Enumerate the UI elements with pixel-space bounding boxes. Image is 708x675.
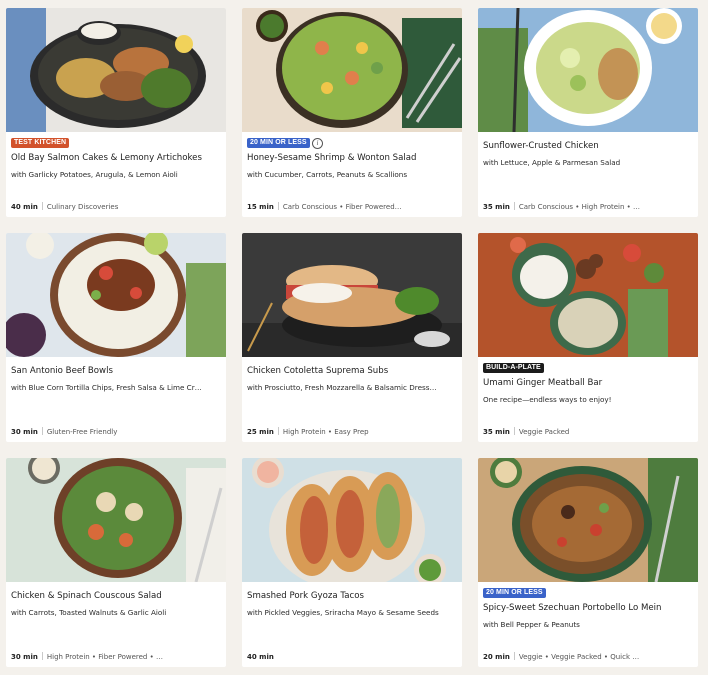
prep-time: 20 min <box>483 653 510 661</box>
recipe-title[interactable]: Sunflower-Crusted Chicken <box>483 141 693 152</box>
meta-divider <box>513 427 515 435</box>
recipe-meta: 15 min Carb Conscious • Fiber Powered… <box>247 202 457 212</box>
badge-quick: 20 MIN OR LESS <box>483 588 546 598</box>
recipe-subtitle: with Blue Corn Tortilla Chips, Fresh Sal… <box>11 383 202 392</box>
recipe-tags: Culinary Discoveries <box>46 203 119 211</box>
meta-divider <box>41 427 43 435</box>
recipe-subtitle: with Garlicky Potatoes, Arugula, & Lemon… <box>11 170 178 179</box>
meta-divider <box>41 202 43 210</box>
recipe-image[interactable] <box>478 233 698 357</box>
recipe-image[interactable] <box>242 458 462 582</box>
recipe-card[interactable]: San Antonio Beef Bowls with Blue Corn To… <box>6 233 226 442</box>
recipe-title[interactable]: Smashed Pork Gyoza Tacos <box>247 591 457 602</box>
recipe-tags: High Protein • Easy Prep <box>282 428 369 436</box>
recipe-card[interactable]: 20 MIN OR LESS i Honey-Sesame Shrimp & W… <box>242 8 462 217</box>
recipe-tags: Veggie • Veggie Packed • Quick … <box>518 653 640 661</box>
recipe-subtitle: One recipe—endless ways to enjoy! <box>483 395 612 404</box>
recipe-meta: 30 min Gluten-Free Friendly <box>11 427 221 437</box>
recipe-tags: Veggie Packed <box>518 428 570 436</box>
recipe-card[interactable]: Chicken & Spinach Couscous Salad with Ca… <box>6 458 226 667</box>
meta-divider <box>513 652 515 660</box>
recipe-image[interactable] <box>6 233 226 357</box>
badge-quick: 20 MIN OR LESS <box>247 138 310 148</box>
recipe-tags: Gluten-Free Friendly <box>46 428 118 436</box>
recipe-title[interactable]: Honey-Sesame Shrimp & Wonton Salad <box>247 153 457 164</box>
meta-divider <box>277 427 279 435</box>
recipe-title[interactable]: Spicy-Sweet Szechuan Portobello Lo Mein <box>483 603 693 614</box>
recipe-card[interactable]: 20 MIN OR LESS Spicy-Sweet Szechuan Port… <box>478 458 698 667</box>
prep-time: 30 min <box>11 428 38 436</box>
recipe-image[interactable] <box>478 458 698 582</box>
recipe-card[interactable]: Smashed Pork Gyoza Tacos with Pickled Ve… <box>242 458 462 667</box>
meta-divider <box>513 202 515 210</box>
recipe-card[interactable]: TEST KITCHEN Old Bay Salmon Cakes & Lemo… <box>6 8 226 217</box>
recipe-meta: 40 min <box>247 652 457 662</box>
recipe-subtitle: with Bell Pepper & Peanuts <box>483 620 580 629</box>
recipe-meta: 30 min High Protein • Fiber Powered • … <box>11 652 221 662</box>
recipe-subtitle: with Cucumber, Carrots, Peanuts & Scalli… <box>247 170 408 179</box>
prep-time: 30 min <box>11 653 38 661</box>
meta-divider <box>277 202 279 210</box>
recipe-tags: Carb Conscious • Fiber Powered… <box>282 203 402 211</box>
recipe-image[interactable] <box>478 8 698 132</box>
recipe-tags: Carb Conscious • High Protein • … <box>518 203 641 211</box>
badge-test-kitchen: TEST KITCHEN <box>11 138 70 148</box>
recipe-meta: 35 min Carb Conscious • High Protein • … <box>483 202 693 212</box>
recipe-title[interactable]: Old Bay Salmon Cakes & Lemony Artichokes <box>11 153 221 164</box>
badge-build-a-plate: BUILD-A-PLATE <box>483 363 544 373</box>
recipe-image[interactable] <box>6 458 226 582</box>
meta-divider <box>41 652 43 660</box>
recipe-subtitle: with Prosciutto, Fresh Mozzarella & Bals… <box>247 383 437 392</box>
recipe-subtitle: with Pickled Veggies, Sriracha Mayo & Se… <box>247 608 439 617</box>
prep-time: 40 min <box>247 653 274 661</box>
recipe-card[interactable]: Sunflower-Crusted Chicken with Lettuce, … <box>478 8 698 217</box>
recipe-title[interactable]: Chicken Cotoletta Suprema Subs <box>247 366 457 377</box>
prep-time: 25 min <box>247 428 274 436</box>
recipe-meta: 20 min Veggie • Veggie Packed • Quick … <box>483 652 693 662</box>
recipe-title[interactable]: Chicken & Spinach Couscous Salad <box>11 591 221 602</box>
recipe-tags: High Protein • Fiber Powered • … <box>46 653 163 661</box>
recipe-image[interactable] <box>6 8 226 132</box>
info-icon[interactable]: i <box>312 138 323 149</box>
recipe-image[interactable] <box>242 8 462 132</box>
prep-time: 35 min <box>483 203 510 211</box>
recipe-card[interactable]: BUILD-A-PLATE Umami Ginger Meatball Bar … <box>478 233 698 442</box>
prep-time: 35 min <box>483 428 510 436</box>
prep-time: 40 min <box>11 203 38 211</box>
recipe-meta: 35 min Veggie Packed <box>483 427 693 437</box>
recipe-subtitle: with Lettuce, Apple & Parmesan Salad <box>483 158 621 167</box>
recipe-title[interactable]: Umami Ginger Meatball Bar <box>483 378 693 389</box>
recipe-subtitle: with Carrots, Toasted Walnuts & Garlic A… <box>11 608 167 617</box>
recipe-title[interactable]: San Antonio Beef Bowls <box>11 366 221 377</box>
recipe-meta: 25 min High Protein • Easy Prep <box>247 427 457 437</box>
recipe-card[interactable]: Chicken Cotoletta Suprema Subs with Pros… <box>242 233 462 442</box>
recipe-meta: 40 min Culinary Discoveries <box>11 202 221 212</box>
prep-time: 15 min <box>247 203 274 211</box>
recipe-image[interactable] <box>242 233 462 357</box>
